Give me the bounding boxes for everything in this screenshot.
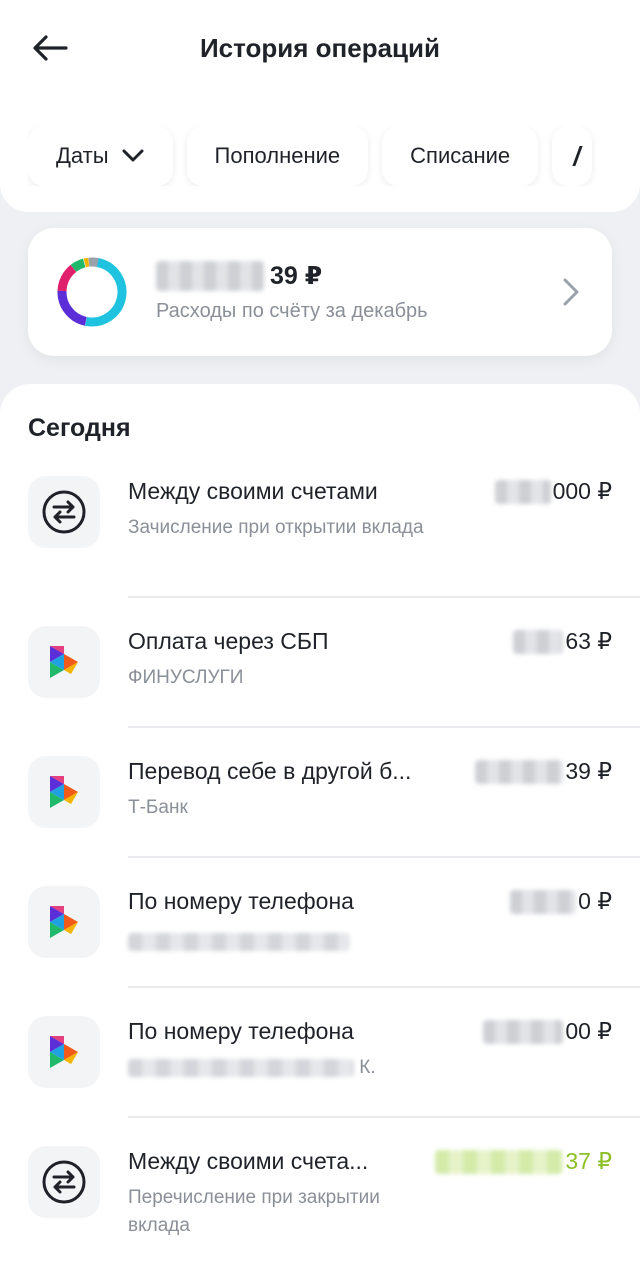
operation-icon — [28, 756, 100, 828]
page-title: История операций — [199, 33, 441, 63]
operation-amount-text: 39 ₽ — [565, 758, 612, 784]
filter-income-button[interactable]: Пополнение — [186, 126, 369, 186]
header: История операций Даты Пополнение Списани… — [0, 0, 640, 212]
filter-chips: Даты Пополнение Списание — [28, 126, 640, 186]
hidden-amount-blur — [510, 889, 577, 914]
operation-amount-text: 37 ₽ — [565, 1148, 612, 1174]
operation-row[interactable]: По номеру телефона 0 ₽ — [0, 858, 640, 988]
operation-title: Оплата через СБП — [128, 628, 329, 654]
operation-title: По номеру телефона — [128, 1018, 354, 1044]
operation-title: Перевод себе в другой б... — [128, 758, 412, 784]
operation-row[interactable]: Между своими счетами Зачисление при откр… — [0, 464, 640, 598]
hidden-amount-blur — [513, 629, 564, 654]
operation-title: По номеру телефона — [128, 888, 354, 914]
transfer-arrows-icon — [42, 490, 86, 534]
operation-row[interactable]: Между своими счета... Перечисление при з… — [0, 1118, 640, 1269]
operation-row[interactable]: Оплата через СБП ФИНУСЛУГИ 63 ₽ — [0, 598, 640, 728]
operation-title: Между своими счетами — [128, 478, 378, 504]
chevron-right-icon — [563, 278, 579, 306]
operation-icon — [28, 1016, 100, 1088]
operation-amount-text: 63 ₽ — [565, 628, 612, 654]
operation-amount-text: 0 ₽ — [578, 888, 612, 914]
operation-amount-text: 00 ₽ — [565, 1018, 612, 1044]
operation-subtitle: Зачисление при открытии вклада — [128, 517, 424, 538]
filter-more-button[interactable] — [552, 126, 593, 186]
chevron-down-icon — [122, 149, 144, 162]
operation-icon — [28, 476, 100, 548]
operation-subtitle: ФИНУСЛУГИ — [128, 667, 244, 688]
operations-list: Сегодня Между своими счетами Зачисление … — [0, 384, 640, 1269]
operation-icon — [28, 626, 100, 698]
operation-amount: 000 ₽ — [494, 478, 612, 505]
expenses-donut-chart — [57, 257, 127, 327]
operation-amount: 37 ₽ — [435, 1148, 612, 1175]
filter-expense-label: Списание — [410, 143, 511, 168]
filter-expense-button[interactable]: Списание — [382, 126, 539, 186]
operation-amount: 39 ₽ — [475, 758, 612, 785]
operation-icon — [28, 886, 100, 958]
summary-amount: 39 ₽ — [156, 258, 322, 294]
hidden-subtitle-blur — [128, 932, 350, 951]
sbp-logo-icon — [50, 776, 78, 808]
hidden-amount-blur — [483, 1019, 564, 1044]
filter-dates-button[interactable]: Даты — [28, 126, 173, 186]
operation-amount: 00 ₽ — [483, 1018, 612, 1045]
sbp-logo-icon — [50, 906, 78, 938]
summary-amount-text: 39 ₽ — [270, 262, 323, 290]
transfer-arrows-icon — [42, 1160, 86, 1204]
hidden-subtitle-blur — [128, 1058, 354, 1077]
operation-subtitle-text: К. — [359, 1057, 376, 1078]
operation-subtitle: К. — [128, 1054, 428, 1082]
section-title-today: Сегодня — [28, 414, 131, 442]
sbp-logo-icon — [50, 1036, 78, 1068]
sbp-logo-icon — [50, 646, 78, 678]
operation-row[interactable]: По номеру телефона К. 00 ₽ — [0, 988, 640, 1118]
operation-title: Между своими счета... — [128, 1148, 369, 1174]
operation-amount: 63 ₽ — [513, 628, 612, 655]
operation-subtitle-text: Перечисление при закрытии вклада — [128, 1187, 380, 1236]
operation-amount: 0 ₽ — [510, 888, 612, 915]
hidden-amount-blur — [475, 759, 564, 784]
hidden-amount-blur — [494, 479, 551, 504]
filter-income-label: Пополнение — [214, 143, 341, 168]
filter-dates-label: Даты — [56, 143, 109, 168]
hidden-amount-blur — [435, 1149, 564, 1174]
expenses-summary-card[interactable]: 39 ₽ Расходы по счёту за декабрь — [28, 228, 612, 356]
summary-subtitle: Расходы по счёту за декабрь — [156, 300, 428, 322]
operation-icon — [28, 1146, 100, 1218]
operation-subtitle: Т-Банк — [128, 797, 188, 818]
operation-subtitle — [128, 928, 428, 956]
operation-amount-text: 000 ₽ — [552, 478, 612, 504]
hidden-amount-blur — [156, 261, 264, 291]
operation-subtitle: Перечисление при закрытии вклада — [128, 1184, 398, 1240]
operation-row[interactable]: Перевод себе в другой б... Т-Банк 39 ₽ — [0, 728, 640, 858]
